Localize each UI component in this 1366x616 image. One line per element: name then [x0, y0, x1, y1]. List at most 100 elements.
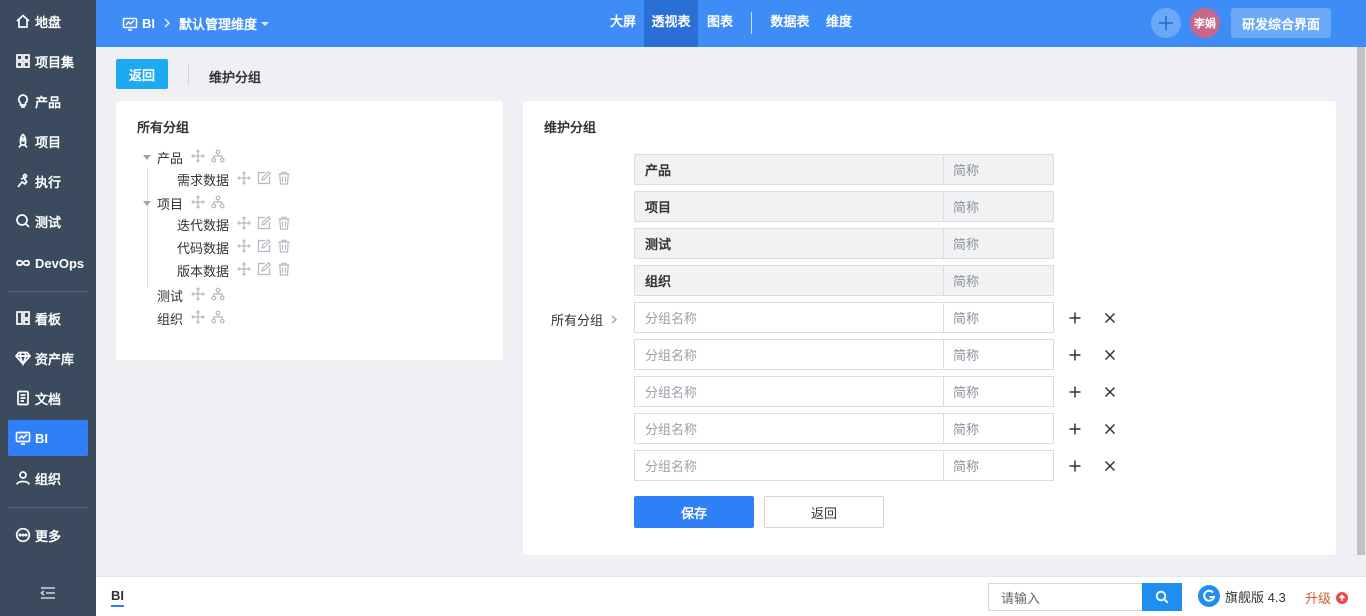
grid-icon	[14, 52, 32, 70]
workspace-switch-button[interactable]: 研发综合界面	[1231, 8, 1331, 38]
group-short-input[interactable]: 简称	[943, 339, 1054, 370]
move-icon[interactable]	[237, 170, 251, 188]
search-button[interactable]	[1142, 583, 1182, 611]
add-child-icon[interactable]	[211, 195, 225, 212]
tree-node-test[interactable]: 测试	[157, 285, 225, 305]
user-avatar[interactable]: 李娟	[1190, 8, 1220, 38]
sidebar: 地盘 项目集 产品 项目 执行 测试 DevOps 看板 资产库 文档 BI 组…	[0, 0, 96, 616]
move-icon[interactable]	[191, 194, 205, 212]
vertical-scrollbar[interactable]	[1356, 47, 1366, 576]
remove-row-icon[interactable]	[1102, 384, 1118, 400]
tree-node-product[interactable]: 产品	[143, 147, 225, 167]
tab-charts[interactable]: 图表	[699, 0, 741, 47]
edit-icon[interactable]	[257, 238, 272, 256]
collapse-menu-icon[interactable]	[38, 583, 58, 603]
delete-icon[interactable]	[277, 262, 291, 279]
sidebar-item-label: 执行	[35, 174, 62, 190]
group-short-field[interactable]: 简称	[943, 228, 1054, 259]
add-row-icon[interactable]	[1067, 384, 1083, 400]
group-row-editable: 分组名称 简称	[634, 450, 1054, 481]
back-button[interactable]: 返回	[116, 59, 168, 89]
caret-down-icon[interactable]	[143, 154, 151, 160]
group-name-input[interactable]: 分组名称	[634, 376, 944, 407]
create-button[interactable]	[1151, 8, 1181, 38]
tree-node-version-data[interactable]: 版本数据	[177, 260, 291, 280]
sidebar-item-project[interactable]: 项目	[8, 123, 88, 159]
scrollbar-thumb[interactable]	[1357, 47, 1365, 555]
add-row-icon[interactable]	[1067, 310, 1083, 326]
group-name-input[interactable]: 分组名称	[634, 339, 944, 370]
group-short-input[interactable]: 简称	[943, 302, 1054, 333]
add-child-icon[interactable]	[211, 287, 225, 304]
add-row-icon[interactable]	[1067, 347, 1083, 363]
tree-node-code-data[interactable]: 代码数据	[177, 237, 291, 257]
edition-info[interactable]: 旗舰版 4.3	[1198, 585, 1286, 607]
upgrade-link[interactable]: 升级	[1305, 588, 1349, 607]
move-icon[interactable]	[237, 261, 251, 279]
sidebar-item-label: 测试	[35, 214, 62, 230]
edit-icon[interactable]	[257, 170, 272, 188]
add-row-icon[interactable]	[1067, 421, 1083, 437]
move-icon[interactable]	[191, 286, 205, 304]
tab-pivot-table[interactable]: 透视表	[644, 0, 698, 47]
tree-node-project[interactable]: 项目	[143, 193, 225, 213]
sidebar-item-bi[interactable]: BI	[8, 420, 88, 456]
sidebar-item-docs[interactable]: 文档	[8, 380, 88, 416]
caret-down-icon[interactable]	[143, 200, 151, 206]
sidebar-item-devops[interactable]: DevOps	[8, 245, 88, 281]
remove-row-icon[interactable]	[1102, 347, 1118, 363]
group-name-input[interactable]: 分组名称	[634, 450, 944, 481]
move-icon[interactable]	[237, 238, 251, 256]
breadcrumb: BI 默认管理维度	[122, 0, 270, 47]
delete-icon[interactable]	[277, 171, 291, 188]
add-child-icon[interactable]	[211, 310, 225, 327]
cancel-back-button[interactable]: 返回	[764, 496, 884, 528]
remove-row-icon[interactable]	[1102, 310, 1118, 326]
delete-icon[interactable]	[277, 216, 291, 233]
tab-big-screen[interactable]: 大屏	[600, 0, 646, 47]
group-short-field[interactable]: 简称	[943, 191, 1054, 222]
sidebar-item-org[interactable]: 组织	[8, 460, 88, 496]
group-name-input[interactable]: 分组名称	[634, 413, 944, 444]
group-short-input[interactable]: 简称	[943, 450, 1054, 481]
tree-node-iteration-data[interactable]: 迭代数据	[177, 214, 291, 234]
group-short-field[interactable]: 简称	[943, 154, 1054, 185]
group-short-field[interactable]: 简称	[943, 265, 1054, 296]
sidebar-item-kanban[interactable]: 看板	[8, 300, 88, 336]
sidebar-item-product[interactable]: 产品	[8, 83, 88, 119]
delete-icon[interactable]	[277, 239, 291, 256]
sidebar-item-execution[interactable]: 执行	[8, 163, 88, 199]
move-icon[interactable]	[191, 309, 205, 327]
search-input[interactable]: 请输入	[988, 583, 1143, 611]
move-icon[interactable]	[237, 215, 251, 233]
move-icon[interactable]	[191, 148, 205, 166]
group-name-input[interactable]: 分组名称	[634, 302, 944, 333]
edit-icon[interactable]	[257, 261, 272, 279]
breadcrumb-module[interactable]: BI	[142, 16, 155, 31]
tree-node-label: 测试	[157, 288, 184, 304]
tree-node-label: 代码数据	[177, 240, 230, 256]
tree-node-organization[interactable]: 组织	[157, 308, 225, 328]
footer-bar: BI 请输入 旗舰版 4.3 升级	[96, 576, 1366, 616]
add-child-icon[interactable]	[211, 149, 225, 166]
sidebar-item-program[interactable]: 项目集	[8, 43, 88, 79]
plus-icon	[1159, 16, 1173, 30]
remove-row-icon[interactable]	[1102, 458, 1118, 474]
group-short-input[interactable]: 简称	[943, 376, 1054, 407]
dimension-dropdown[interactable]: 默认管理维度	[179, 14, 270, 33]
footer-tab-bi[interactable]: BI	[111, 588, 124, 607]
sidebar-item-dashboard[interactable]: 地盘	[8, 3, 88, 39]
sidebar-item-assets[interactable]: 资产库	[8, 340, 88, 376]
add-row-icon[interactable]	[1067, 458, 1083, 474]
save-button[interactable]: 保存	[634, 496, 754, 528]
remove-row-icon[interactable]	[1102, 421, 1118, 437]
home-icon	[14, 12, 32, 30]
sidebar-item-test[interactable]: 测试	[8, 203, 88, 239]
edit-icon[interactable]	[257, 215, 272, 233]
group-short-input[interactable]: 简称	[943, 413, 1054, 444]
infinity-icon	[14, 254, 32, 272]
tree-node-requirement-data[interactable]: 需求数据	[177, 169, 291, 189]
sidebar-item-more[interactable]: 更多	[8, 517, 88, 553]
tab-data-table[interactable]: 数据表	[764, 0, 816, 47]
tab-dimension[interactable]: 维度	[819, 0, 859, 47]
